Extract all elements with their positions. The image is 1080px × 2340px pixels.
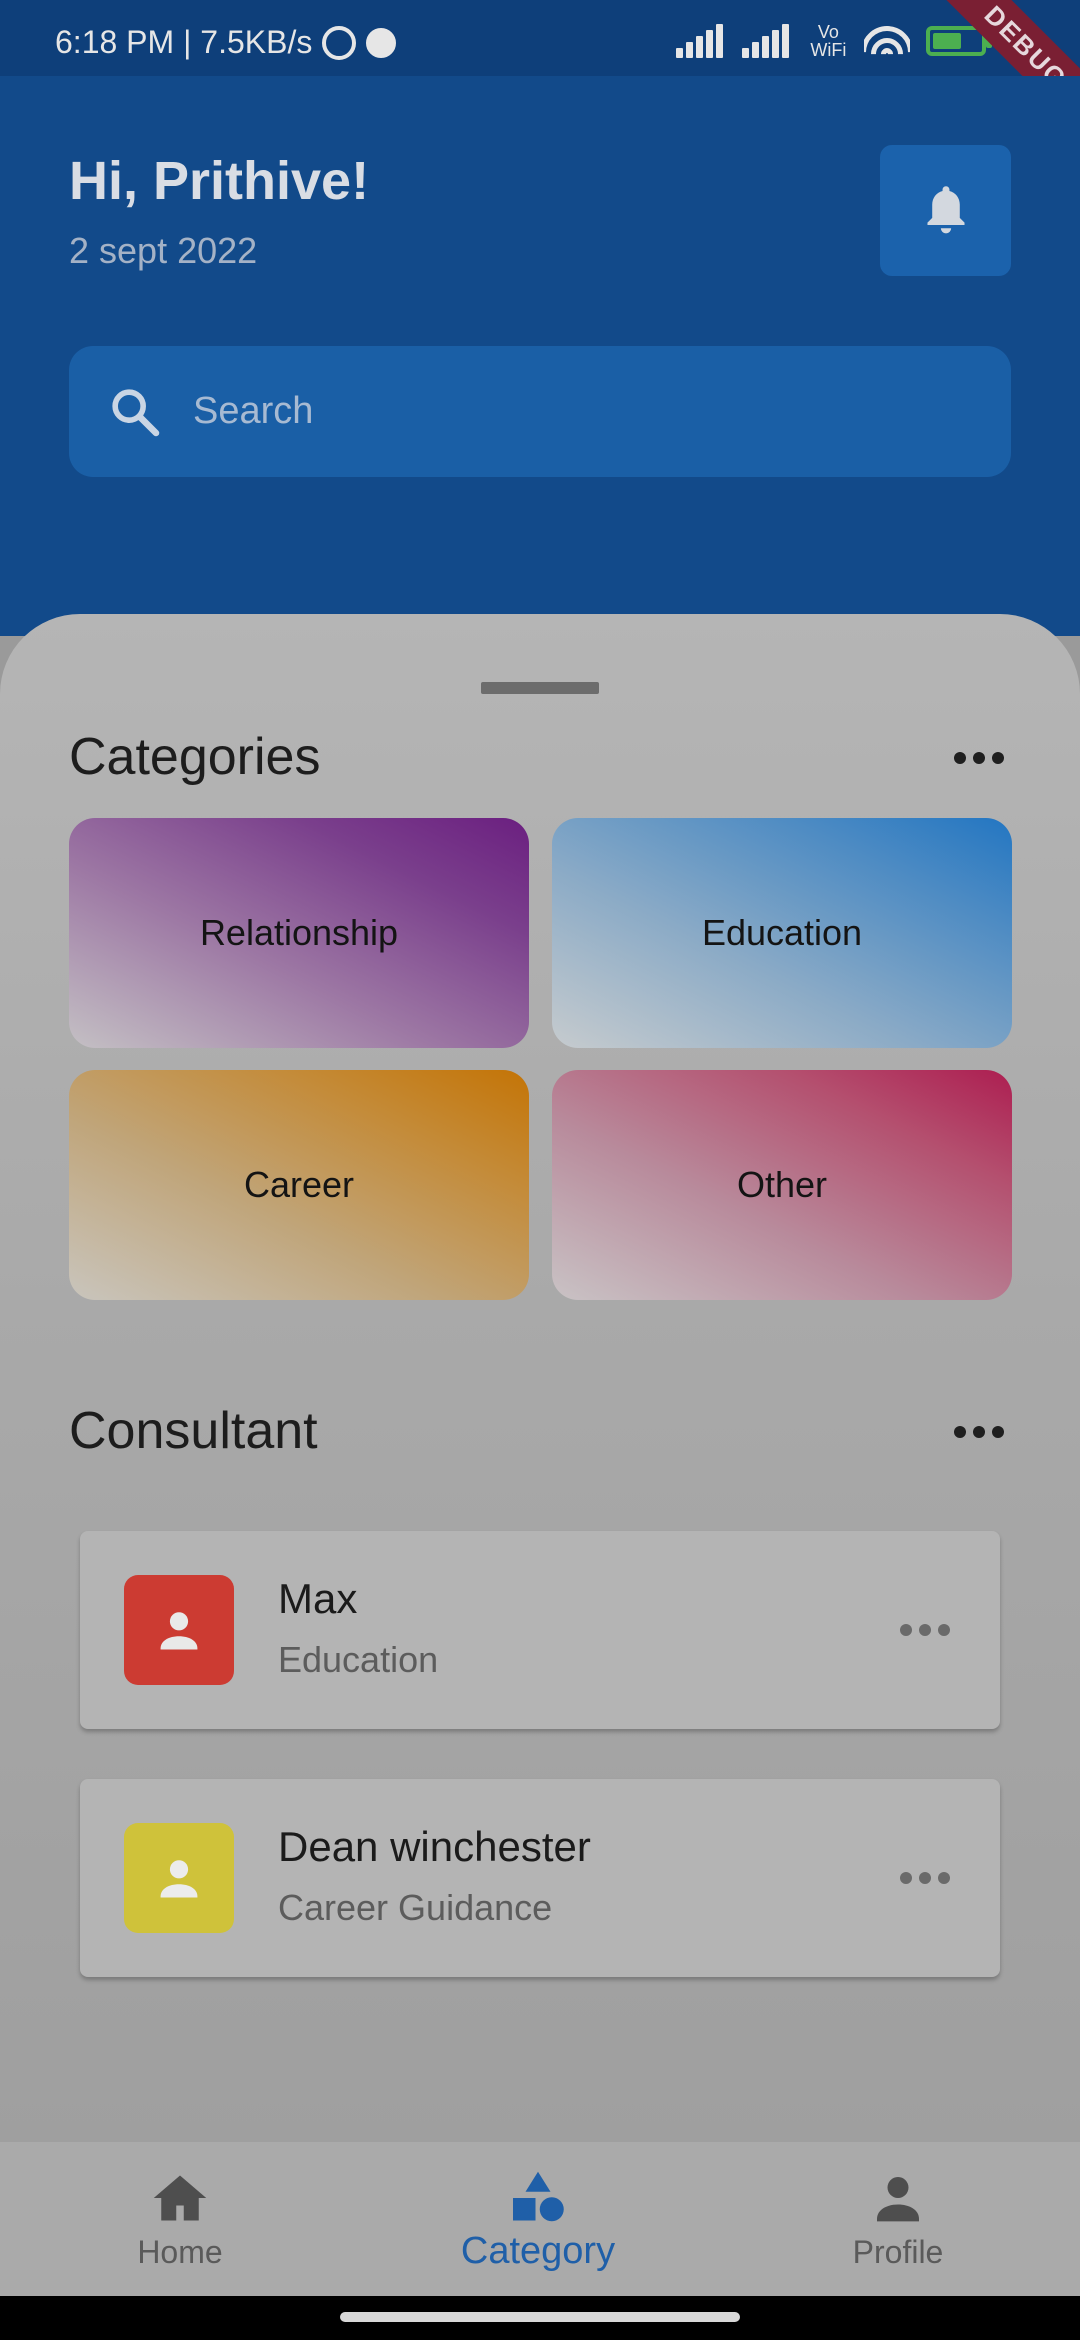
status-time-speed: 6:18 PM | 7.5KB/s [55,24,313,60]
category-education[interactable]: Education [552,818,1012,1048]
bottom-nav: Home Category Profile [0,2142,1080,2296]
person-icon [160,1860,198,1898]
vowifi-label: Vo WiFi [810,21,847,60]
more-options-icon[interactable] [900,1871,950,1885]
nav-label: Home [137,2234,223,2270]
category-label: Career [243,1164,355,1205]
search-input[interactable]: Search [193,390,313,433]
avatar [124,1575,234,1685]
search-bar[interactable]: Search [69,346,1011,477]
home-icon [153,2175,207,2221]
consultant-specialty: Education [278,1639,439,1680]
signal-icon [742,23,792,58]
avatar [124,1823,234,1933]
category-label: Other [736,1164,828,1205]
date-label: 2 sept 2022 [69,230,258,271]
bottom-sheet: Categories Relationship Education Career… [0,614,1080,2144]
signal-icon [676,23,726,58]
category-label: Education [701,912,863,953]
consultant-card[interactable]: Dean winchester Career Guidance [80,1779,1000,1977]
notification-button[interactable] [880,145,1011,276]
nav-category[interactable]: Category [438,2142,638,2296]
wifi-icon [864,23,911,58]
category-relationship[interactable]: Relationship [69,818,529,1048]
consultant-name: Dean winchester [278,1823,591,1870]
greeting-title: Hi, Prithive! [69,151,370,211]
home-indicator[interactable] [340,2312,740,2322]
consultant-name: Max [278,1575,358,1622]
app-notification-icon [366,27,397,58]
consultant-specialty: Career Guidance [278,1887,553,1928]
categories-more-icon[interactable] [954,751,1004,765]
nav-profile[interactable]: Profile [798,2142,998,2296]
person-icon [160,1612,198,1650]
nav-home[interactable]: Home [80,2142,280,2296]
category-icon [513,2171,564,2222]
nav-label: Profile [852,2234,944,2270]
category-label: Relationship [199,912,399,953]
categories-title: Categories [69,728,321,786]
category-other[interactable]: Other [552,1070,1012,1300]
bell-icon [926,185,965,233]
status-left: 6:18 PM | 7.5KB/s [55,24,397,61]
person-icon [877,2177,919,2222]
consultant-title: Consultant [69,1402,318,1460]
alarm-icon [322,25,357,60]
status-bar: 6:18 PM | 7.5KB/s Vo WiFi 56 [0,0,1080,76]
drag-handle[interactable] [481,682,599,694]
consultant-card[interactable]: Max Education [80,1531,1000,1729]
category-career[interactable]: Career [69,1070,529,1300]
nav-label: Category [460,2230,616,2272]
search-icon [112,388,160,436]
system-navigation-bar [0,2296,1080,2340]
consultant-more-icon[interactable] [954,1425,1004,1439]
more-options-icon[interactable] [900,1623,950,1637]
